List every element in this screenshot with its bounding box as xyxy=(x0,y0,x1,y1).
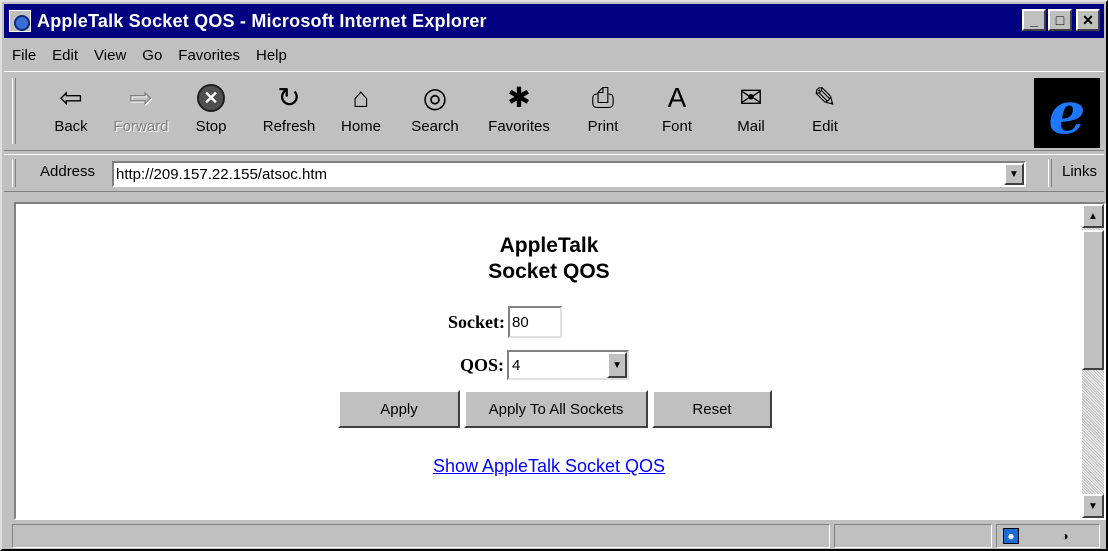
address-box: ▼ xyxy=(112,161,1026,187)
mail-icon: ✉ xyxy=(739,82,763,113)
edit-page-icon: ✎ xyxy=(813,82,837,113)
forward-button[interactable]: ⇨ Forward xyxy=(106,80,176,136)
home-label: Home xyxy=(340,118,381,135)
address-input[interactable] xyxy=(114,163,994,185)
menu-file[interactable]: File xyxy=(4,47,44,64)
status-text-pane xyxy=(12,524,830,548)
print-label: Print xyxy=(587,118,619,135)
chevron-down-icon: ▼ xyxy=(612,359,622,371)
page-content: AppleTalk Socket QOS Socket: QOS: 4 ▼ Ap… xyxy=(14,202,1106,520)
mail-label: Mail xyxy=(737,118,765,135)
stop-icon: ✕ xyxy=(197,84,225,112)
window-controls: _ □ ✕ xyxy=(1022,9,1100,31)
title-bar[interactable]: AppleTalk Socket QOS - Microsoft Interne… xyxy=(4,4,1104,38)
minimize-button[interactable]: _ xyxy=(1022,9,1046,31)
print-button[interactable]: ⎙ Print xyxy=(568,80,638,136)
menu-view[interactable]: View xyxy=(86,47,134,64)
address-bar: Address ▼ Links xyxy=(4,154,1104,192)
qos-select[interactable]: 4 ▼ xyxy=(507,350,630,380)
forward-arrow-icon: ⇨ xyxy=(129,82,153,113)
stop-icon-wrap: ✕ xyxy=(176,80,246,116)
apply-to-all-sockets-button[interactable]: Apply To All Sockets xyxy=(464,390,648,428)
socket-input[interactable] xyxy=(508,306,562,338)
edit-button[interactable]: ✎ Edit xyxy=(790,80,860,136)
stop-label: Stop xyxy=(195,118,227,135)
menu-help[interactable]: Help xyxy=(248,47,295,64)
close-button[interactable]: ✕ xyxy=(1076,9,1100,31)
links-button[interactable]: Links xyxy=(1062,163,1097,180)
show-socket-qos-link: Show AppleTalk Socket QOS xyxy=(16,456,1082,477)
socket-label: Socket: xyxy=(448,311,505,332)
page-title-line1: AppleTalk xyxy=(499,234,599,257)
refresh-icon: ↻ xyxy=(277,82,301,113)
toolbar-grip[interactable] xyxy=(12,78,16,144)
home-icon: ⌂ xyxy=(352,82,370,113)
arrow-up-icon: ▲ xyxy=(1088,210,1098,222)
internet-zone-icon: ◑ xyxy=(1061,529,1069,543)
status-zone-pane: ● ◑ xyxy=(996,524,1100,548)
qos-dropdown-button[interactable]: ▼ xyxy=(607,352,628,378)
back-button[interactable]: ⇦ Back xyxy=(36,80,106,136)
menu-edit[interactable]: Edit xyxy=(44,47,86,64)
ie-app-icon[interactable] xyxy=(9,10,31,32)
back-label: Back xyxy=(54,118,88,135)
arrow-down-icon: ▼ xyxy=(1088,500,1098,512)
page-body: AppleTalk Socket QOS Socket: QOS: 4 ▼ Ap… xyxy=(16,204,1082,518)
address-label: Address xyxy=(40,163,96,180)
font-label: Font xyxy=(661,118,692,135)
maximize-button[interactable]: □ xyxy=(1048,9,1072,31)
search-label: Search xyxy=(411,118,459,135)
socket-row: Socket: xyxy=(448,306,562,338)
back-arrow-icon: ⇦ xyxy=(59,82,83,113)
browser-window: AppleTalk Socket QOS - Microsoft Interne… xyxy=(0,0,1108,551)
page-icon: ● xyxy=(1003,528,1019,544)
forward-label: Forward xyxy=(113,118,169,135)
font-button[interactable]: A Font xyxy=(642,80,712,136)
status-progress-pane xyxy=(834,524,992,548)
scroll-up-button[interactable]: ▲ xyxy=(1082,204,1104,228)
address-grip[interactable] xyxy=(12,159,16,187)
ie-logo-icon: e xyxy=(1048,79,1086,147)
vertical-scrollbar[interactable]: ▲ ▼ xyxy=(1082,204,1104,518)
reset-button[interactable]: Reset xyxy=(652,390,772,428)
show-socket-qos-link-text[interactable]: Show AppleTalk Socket QOS xyxy=(433,456,665,476)
qos-label: QOS: xyxy=(460,354,505,375)
links-grip[interactable] xyxy=(1048,159,1052,187)
address-dropdown-button[interactable]: ▼ xyxy=(1004,163,1024,185)
search-icon: ◎ xyxy=(422,82,448,113)
scroll-thumb[interactable] xyxy=(1082,230,1104,370)
menu-go[interactable]: Go xyxy=(134,47,170,64)
mail-button[interactable]: ✉ Mail xyxy=(716,80,786,136)
menu-bar: File Edit View Go Favorites Help xyxy=(4,42,295,68)
home-button[interactable]: ⌂ Home xyxy=(326,80,396,136)
edit-label: Edit xyxy=(812,118,838,135)
favorites-button[interactable]: ✱ Favorites xyxy=(478,80,560,136)
window-title: AppleTalk Socket QOS - Microsoft Interne… xyxy=(37,10,487,31)
printer-icon: ⎙ xyxy=(591,82,615,113)
favorites-folder-icon: ✱ xyxy=(507,82,531,113)
search-button[interactable]: ◎ Search xyxy=(400,80,470,136)
refresh-button[interactable]: ↻ Refresh xyxy=(254,80,324,136)
refresh-label: Refresh xyxy=(262,118,316,135)
apply-button[interactable]: Apply xyxy=(338,390,460,428)
page-title-line2: Socket QOS xyxy=(488,260,610,283)
favorites-label: Favorites xyxy=(488,118,550,135)
status-bar: ● ◑ xyxy=(4,524,1104,549)
stop-button[interactable]: ✕ Stop xyxy=(176,80,246,135)
ie-logo: e xyxy=(1034,78,1100,148)
qos-row: QOS: 4 ▼ xyxy=(460,350,630,380)
qos-selected-value: 4 xyxy=(512,356,521,374)
menu-favorites[interactable]: Favorites xyxy=(170,47,248,64)
scroll-down-button[interactable]: ▼ xyxy=(1082,494,1104,518)
standard-toolbar: ⇦ Back ⇨ Forward ✕ Stop ↻ Refresh ⌂ Home… xyxy=(4,71,1104,151)
font-icon: A xyxy=(667,82,687,113)
chevron-down-icon: ▼ xyxy=(1009,168,1019,180)
